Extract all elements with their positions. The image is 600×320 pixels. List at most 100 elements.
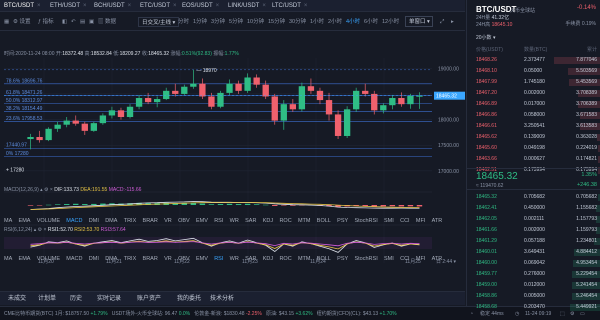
ask-row[interactable]: 18468.26 2.373477 7.877046 bbox=[467, 56, 600, 64]
indicator-tab-brar[interactable]: BRAR bbox=[143, 256, 158, 262]
indicator-tab-wr[interactable]: WR bbox=[230, 218, 239, 224]
indicator-tab-rsi[interactable]: RSI bbox=[214, 256, 223, 262]
bid-row[interactable]: 18460.00 0.069042 4.953454 bbox=[467, 259, 600, 267]
interval-12h[interactable]: 12小时 bbox=[382, 13, 399, 31]
indicator-tab-mtm[interactable]: MTM bbox=[298, 218, 311, 224]
compare-icon[interactable]: ◧ bbox=[62, 13, 67, 31]
studies-button[interactable]: ▤ bbox=[80, 13, 85, 31]
tab-my-orders[interactable]: 我的委托 bbox=[177, 292, 201, 306]
tab-bch-usdt[interactable]: BCH/USDT × bbox=[94, 0, 131, 12]
indicator-tab-macd[interactable]: MACD bbox=[66, 218, 82, 224]
indicators-button[interactable]: ƒ 指标 bbox=[38, 13, 54, 31]
indicator-select[interactable]: 日交叉/主线 ▾ bbox=[138, 17, 180, 27]
tab-link-usdt[interactable]: LINK/USDT × bbox=[228, 0, 266, 12]
tab-etc-usdt[interactable]: ETC/USDT × bbox=[140, 0, 177, 12]
interval-3m[interactable]: 3分钟 bbox=[211, 13, 225, 31]
indicator-tab-trix[interactable]: TRIX bbox=[124, 218, 137, 224]
tab-history[interactable]: 历史 bbox=[70, 292, 82, 306]
ask-row[interactable]: 18467.99 1.745180 5.453569 bbox=[467, 78, 600, 86]
indicator-tab-cci[interactable]: CCI bbox=[400, 256, 409, 262]
indicator-tab-stochrsi[interactable]: StochRSI bbox=[354, 218, 377, 224]
indicator-tab-sar[interactable]: SAR bbox=[245, 218, 256, 224]
indicator-tab-brar[interactable]: BRAR bbox=[143, 218, 158, 224]
camera-icon[interactable]: ▣ bbox=[89, 13, 94, 31]
indicator-tab-smi[interactable]: SMI bbox=[384, 256, 394, 262]
indicator-tab-obv[interactable]: OBV bbox=[178, 256, 190, 262]
close-icon[interactable]: × bbox=[262, 3, 266, 9]
indicator-tab-emv[interactable]: EMV bbox=[196, 218, 208, 224]
close-icon[interactable]: × bbox=[216, 3, 220, 9]
indicator-tab-kdj[interactable]: KDJ bbox=[263, 256, 273, 262]
interval-15m[interactable]: 15分钟 bbox=[268, 13, 285, 31]
close-icon[interactable]: × bbox=[173, 3, 177, 9]
ask-row[interactable]: 18463.66 0.000627 0.174821 bbox=[467, 155, 600, 163]
interval-timeshare[interactable]: 分时 bbox=[178, 13, 189, 31]
indicator-tab-trix[interactable]: TRIX bbox=[124, 256, 137, 262]
indicator-tab-dmi[interactable]: DMI bbox=[89, 218, 99, 224]
ask-row[interactable]: 18468.10 0.05000 5.503569 bbox=[467, 67, 600, 75]
interval-2h[interactable]: 2小时 bbox=[328, 13, 342, 31]
interval-1h[interactable]: 1小时 bbox=[310, 13, 324, 31]
indicator-tab-stochrsi[interactable]: StochRSI bbox=[354, 256, 377, 262]
interval-30m[interactable]: 30分钟 bbox=[289, 13, 306, 31]
tab-eth-usdt[interactable]: ETH/USDT × bbox=[50, 0, 87, 12]
interval-4h[interactable]: 4小时 bbox=[346, 13, 360, 31]
ask-row[interactable]: 18466.86 0.058000 3.671583 bbox=[467, 111, 600, 119]
indicator-tab-roc[interactable]: ROC bbox=[279, 256, 291, 262]
indicator-tab-roc[interactable]: ROC bbox=[279, 218, 291, 224]
bid-row[interactable]: 18461.66 0.002000 1.159793 bbox=[467, 226, 600, 234]
indicator-tab-rsi[interactable]: RSI bbox=[214, 218, 223, 224]
interval-10m[interactable]: 10分钟 bbox=[247, 13, 264, 31]
tab-tech-analysis[interactable]: 技术分析 bbox=[210, 292, 234, 306]
indicator-tab-mfi[interactable]: MFI bbox=[416, 218, 425, 224]
bid-row[interactable]: 18459.77 0.276000 5.229454 bbox=[467, 270, 600, 278]
bid-row[interactable]: 18459.00 0.012000 5.241454 bbox=[467, 281, 600, 289]
indicator-tab-kdj[interactable]: KDJ bbox=[263, 218, 273, 224]
fullscreen-icon[interactable]: ⤢ bbox=[440, 13, 444, 31]
indicator-tab-psy[interactable]: PSY bbox=[337, 218, 348, 224]
indicator-tab-atr[interactable]: ATR bbox=[432, 218, 443, 224]
close-icon[interactable]: × bbox=[83, 3, 87, 9]
indicator-tab-smi[interactable]: SMI bbox=[384, 218, 394, 224]
bid-row[interactable]: 18462.41 0.450000 1.155682 bbox=[467, 204, 600, 212]
indicator-tab-dmi[interactable]: DMI bbox=[89, 256, 99, 262]
indicator-tab-ma[interactable]: MA bbox=[4, 256, 12, 262]
indicator-tab-ema[interactable]: EMA bbox=[19, 218, 31, 224]
indicator-tab-psy[interactable]: PSY bbox=[337, 256, 348, 262]
indicator-tab-dma[interactable]: DMA bbox=[105, 256, 117, 262]
tab-assets[interactable]: 账户资产 bbox=[137, 292, 161, 306]
bid-row[interactable]: 18461.29 0.057188 1.234801 bbox=[467, 237, 600, 245]
close-icon[interactable]: × bbox=[37, 3, 41, 9]
ask-row[interactable]: 18465.62 0.139009 0.363028 bbox=[467, 133, 600, 141]
ask-row[interactable]: 18467.20 0.002000 3.708389 bbox=[467, 89, 600, 97]
indicator-tab-macd[interactable]: MACD bbox=[66, 256, 82, 262]
indicator-tab-atr[interactable]: ATR bbox=[432, 256, 443, 262]
undo-icon[interactable]: ↶ bbox=[71, 13, 76, 31]
indicator-tab-obv[interactable]: OBV bbox=[178, 218, 190, 224]
ask-row[interactable]: 18466.61 3.250541 3.613583 bbox=[467, 122, 600, 130]
indicator-tab-sar[interactable]: SAR bbox=[245, 256, 256, 262]
indicator-tab-vr[interactable]: VR bbox=[164, 218, 172, 224]
bid-row[interactable]: 18465.32 0.705682 0.705682 bbox=[467, 193, 600, 201]
tab-eos-usdt[interactable]: EOS/USDT × bbox=[182, 0, 219, 12]
tab-plan-orders[interactable]: 计划单 bbox=[38, 292, 56, 306]
collapse-icon[interactable]: ▸ bbox=[451, 13, 454, 31]
indicator-tab-volume[interactable]: VOLUME bbox=[37, 256, 60, 262]
interval-5m[interactable]: 5分钟 bbox=[229, 13, 243, 31]
close-icon[interactable]: × bbox=[128, 3, 132, 9]
indicator-tab-ma[interactable]: MA bbox=[4, 218, 12, 224]
indicator-tab-volume[interactable]: VOLUME bbox=[37, 218, 60, 224]
bid-row[interactable]: 18458.68 0.203470 5.449921 bbox=[467, 303, 600, 311]
indicator-tab-ema[interactable]: EMA bbox=[19, 256, 31, 262]
bid-row[interactable]: 18462.05 0.002111 1.157793 bbox=[467, 215, 600, 223]
settings-button[interactable]: ⚙ 设置 bbox=[13, 13, 30, 31]
indicator-tab-mtm[interactable]: MTM bbox=[298, 256, 311, 262]
interval-1m[interactable]: 1分钟 bbox=[193, 13, 207, 31]
close-icon[interactable]: × bbox=[304, 3, 308, 9]
indicator-tab-cci[interactable]: CCI bbox=[400, 218, 409, 224]
indicator-tab-boll[interactable]: BOLL bbox=[317, 256, 331, 262]
tab-open-orders[interactable]: 未成交 bbox=[8, 292, 26, 306]
indicator-tab-dma[interactable]: DMA bbox=[105, 218, 117, 224]
tab-btc-usdt[interactable]: BTC/USDT × bbox=[4, 0, 41, 12]
ask-row[interactable]: 18465.60 0.049198 0.224019 bbox=[467, 144, 600, 152]
